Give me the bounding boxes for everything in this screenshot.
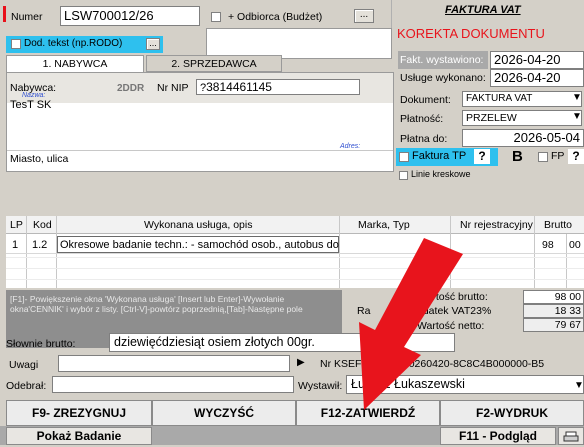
red-arrow-overlay bbox=[359, 238, 463, 410]
red-arrow-icon bbox=[359, 238, 463, 410]
